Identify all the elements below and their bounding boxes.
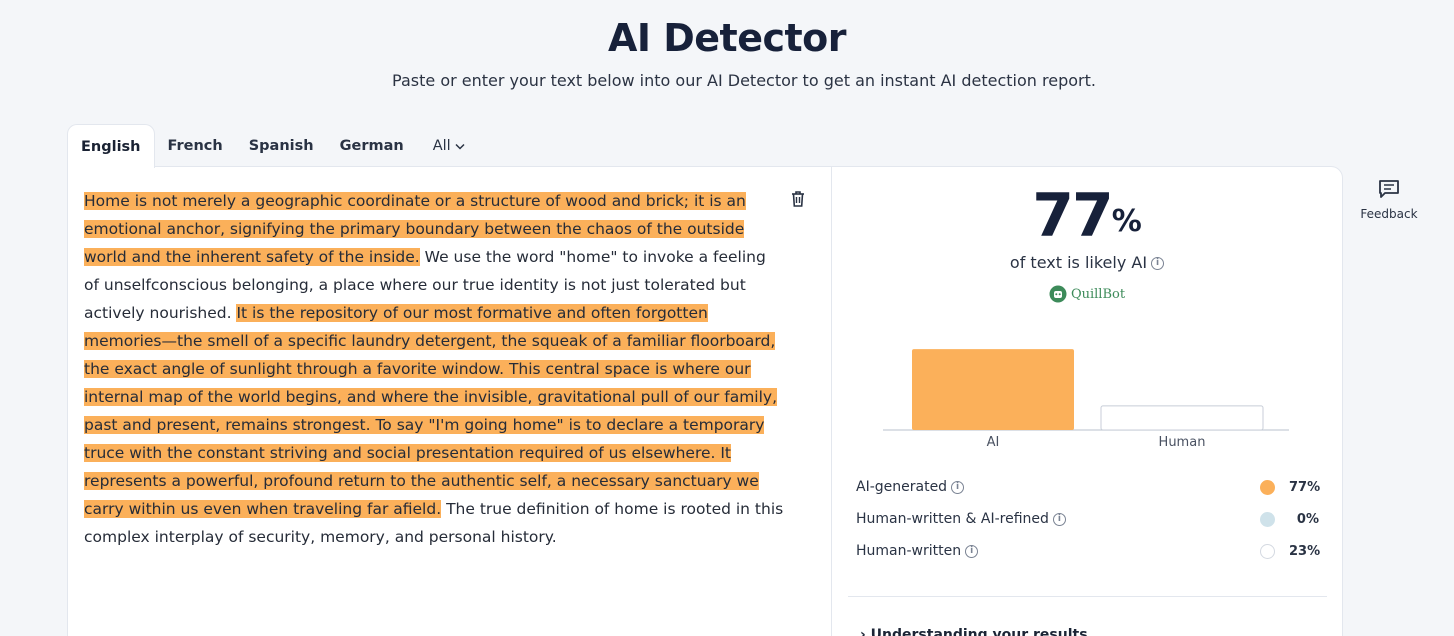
info-icon[interactable]: i bbox=[1052, 512, 1066, 526]
detector-card: Home is not merely a geographic coordina… bbox=[67, 166, 1343, 636]
section-divider bbox=[848, 596, 1327, 597]
breakdown-label: Human-written & AI-refined bbox=[856, 511, 1049, 527]
trash-icon[interactable] bbox=[788, 189, 808, 209]
page-subtitle: Paste or enter your text below into our … bbox=[392, 71, 1096, 90]
chevron-right-icon: › bbox=[860, 627, 871, 636]
breakdown-label: AI-generated bbox=[856, 479, 948, 495]
chart-bar-ai bbox=[912, 349, 1074, 430]
breakdown-row: AI-generated i 77% bbox=[856, 471, 1321, 503]
breakdown-value: 77% bbox=[1289, 479, 1321, 495]
ai-score: 77% bbox=[832, 181, 1342, 251]
breakdown-label: Human-written bbox=[856, 543, 962, 559]
breakdown-row: Human-written i 23% bbox=[856, 535, 1321, 567]
language-tabs: English French Spanish German All bbox=[67, 124, 478, 168]
page-title: AI Detector bbox=[607, 16, 847, 60]
ai-human-bar-chart: AI Human bbox=[883, 349, 1289, 450]
legend-dot bbox=[1260, 511, 1275, 527]
feedback-button[interactable]: Feedback bbox=[1357, 179, 1421, 221]
legend-dot bbox=[1260, 479, 1275, 495]
ai-highlighted-text: It is the repository of our most formati… bbox=[84, 304, 778, 518]
info-icon[interactable]: i bbox=[965, 544, 979, 558]
tab-english[interactable]: English bbox=[67, 124, 155, 168]
tab-german[interactable]: German bbox=[327, 124, 417, 168]
breakdown-value: 23% bbox=[1289, 543, 1321, 559]
score-caption-text: of text is likely AI bbox=[1009, 253, 1148, 272]
brand-name: QuillBot bbox=[1070, 286, 1126, 302]
breakdown-value: 0% bbox=[1296, 511, 1319, 527]
brand-logo: QuillBot bbox=[832, 285, 1342, 303]
chart-label-human: Human bbox=[1159, 435, 1206, 450]
tab-all-dropdown[interactable]: All bbox=[417, 124, 478, 168]
text-editor[interactable]: Home is not merely a geographic coordina… bbox=[84, 187, 784, 551]
info-icon[interactable]: i bbox=[1151, 257, 1165, 270]
score-caption: of text is likely AI i bbox=[832, 253, 1342, 272]
breakdown-row: Human-written & AI-refined i 0% bbox=[856, 503, 1319, 535]
legend-dot bbox=[1260, 543, 1275, 559]
score-unit: % bbox=[1111, 204, 1142, 239]
score-value: 77 bbox=[1032, 181, 1113, 251]
info-icon[interactable]: i bbox=[951, 480, 965, 494]
chart-bar-human bbox=[1100, 405, 1264, 431]
tab-spanish[interactable]: Spanish bbox=[236, 124, 327, 168]
chevron-down-icon bbox=[455, 142, 465, 153]
quillbot-icon bbox=[1049, 285, 1067, 303]
feedback-label: Feedback bbox=[1360, 207, 1418, 221]
tab-french[interactable]: French bbox=[155, 124, 236, 168]
feedback-icon bbox=[1379, 180, 1399, 198]
tab-all-label: All bbox=[432, 138, 451, 154]
understanding-results-toggle[interactable]: › Understanding your results bbox=[860, 627, 1088, 636]
chart-label-ai: AI bbox=[987, 435, 1000, 450]
breakdown-list: AI-generated i 77% Human-written & AI-refin… bbox=[856, 471, 1321, 567]
